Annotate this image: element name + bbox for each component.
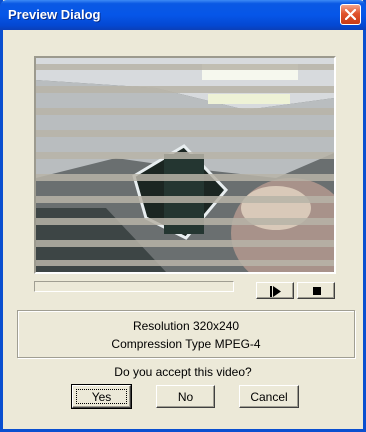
- stop-button[interactable]: [297, 282, 335, 299]
- play-icon: [270, 286, 281, 297]
- compression-value: MPEG-4: [214, 337, 261, 351]
- playback-progress-bar[interactable]: [34, 281, 234, 292]
- close-button[interactable]: [340, 4, 361, 25]
- yes-button[interactable]: Yes: [71, 384, 132, 409]
- resolution-value: 320x240: [193, 319, 240, 333]
- window-title: Preview Dialog: [8, 7, 101, 22]
- compression-label: Compression Type: [111, 337, 212, 351]
- video-preview: [34, 56, 336, 274]
- resolution-line: Resolution 320x240: [18, 319, 354, 333]
- stop-icon: [313, 287, 321, 295]
- cancel-button[interactable]: Cancel: [239, 385, 299, 408]
- accept-question: Do you accept this video?: [114, 365, 252, 379]
- video-frame-image: [36, 58, 334, 272]
- play-button[interactable]: [256, 282, 294, 299]
- close-icon: [345, 9, 356, 20]
- video-info-group: Resolution 320x240 Compression Type MPEG…: [17, 310, 355, 358]
- title-bar[interactable]: Preview Dialog: [0, 0, 366, 30]
- resolution-label: Resolution: [132, 319, 190, 333]
- focus-rectangle: [76, 389, 127, 404]
- compression-line: Compression Type MPEG-4: [18, 337, 354, 351]
- no-button[interactable]: No: [156, 385, 215, 408]
